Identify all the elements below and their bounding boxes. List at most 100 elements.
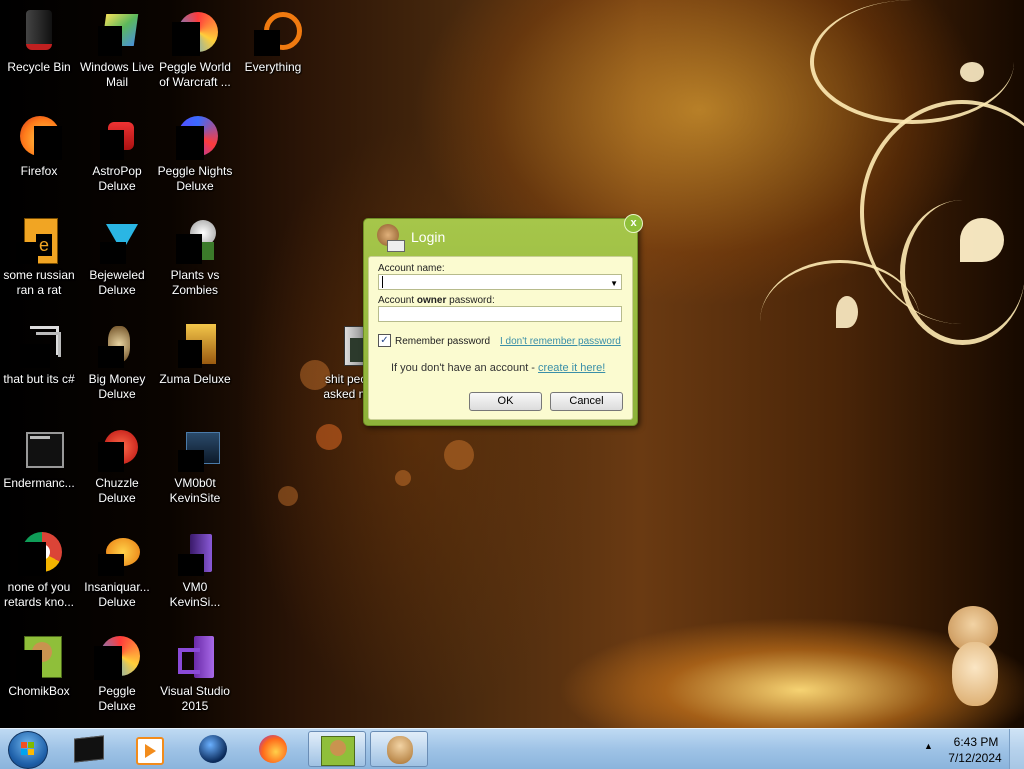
peggle-icon — [94, 634, 140, 680]
visual-studio-icon — [172, 634, 218, 680]
dialog-title: Login — [411, 229, 446, 245]
visual-studio-icon — [172, 530, 218, 576]
desktop-icon-big-money[interactable]: Big Money Deluxe — [78, 316, 156, 412]
file-icon: e — [16, 218, 62, 264]
wallpaper-swirl — [810, 0, 1014, 124]
desktop-icon-endermanc[interactable]: Endermanc... — [0, 420, 78, 516]
windows-logo-icon — [21, 742, 35, 756]
desktop-icon-zuma[interactable]: Zuma Deluxe — [156, 316, 234, 412]
desktop-icon-chomikbox[interactable]: ChomikBox — [0, 628, 78, 724]
game-icon — [94, 114, 140, 160]
taskbar-item-media-player[interactable] — [120, 731, 178, 767]
desktop-icon-windows-live-mail[interactable]: Windows Live Mail — [78, 4, 156, 100]
desktop-icon-label: some russian ran a rat — [3, 268, 75, 297]
desktop-icon-peggle-deluxe[interactable]: Peggle Deluxe — [78, 628, 156, 724]
taskbar-item-terminal[interactable] — [60, 731, 118, 767]
account-name-label: Account name: — [378, 263, 445, 274]
recycle-bin-icon — [16, 10, 62, 56]
mail-icon — [94, 10, 140, 56]
account-name-dropdown[interactable]: ▼ — [378, 274, 622, 290]
password-field[interactable] — [378, 306, 622, 322]
desktop-icon-label: Windows Live Mail — [79, 60, 155, 89]
desktop: Recycle Bin Firefox e some russian ran a… — [0, 0, 1024, 728]
desktop-icon-insaniquarium[interactable]: Insaniquar... Deluxe — [78, 524, 156, 620]
desktop-icon-russian-rat[interactable]: e some russian ran a rat — [0, 212, 78, 308]
desktop-icon-that-but-c[interactable]: that but its c# — [0, 316, 78, 412]
desktop-icon-label: Zuma Deluxe — [159, 372, 231, 386]
desktop-icon-everything[interactable]: Everything — [234, 4, 312, 100]
password-label: Account owner password: — [378, 295, 495, 306]
desktop-icon-none-of-you[interactable]: none of you retards kno... — [0, 524, 78, 620]
remember-checkbox[interactable]: ✓ — [378, 334, 391, 347]
peggle-icon — [172, 114, 218, 160]
desktop-icon-label: Insaniquar... Deluxe — [84, 580, 150, 609]
plant-icon — [172, 218, 218, 264]
desktop-icon-label: Plants vs Zombies — [170, 268, 220, 297]
fish-icon — [94, 530, 140, 576]
desktop-icon-label: Peggle Nights Deluxe — [157, 164, 233, 193]
taskbar-item-firefox[interactable] — [244, 731, 302, 767]
forgot-password-link[interactable]: I don't remember password — [500, 336, 621, 347]
desktop-icon-label: Big Money Deluxe — [88, 372, 146, 401]
wallpaper-bokeh — [316, 424, 342, 450]
game-icon — [172, 322, 218, 368]
desktop-icon-label: Bejeweled Deluxe — [89, 268, 145, 297]
desktop-icon-label: ChomikBox — [8, 684, 70, 698]
desktop-icon-vm0-kevinsite[interactable]: VM0 KevinSi... — [156, 524, 234, 620]
taskbar-item-chomikbox[interactable] — [308, 731, 366, 767]
desktop-icon-peggle-wow[interactable]: Peggle World of Warcraft ... — [156, 4, 234, 100]
desktop-icon-label: none of you retards kno... — [3, 580, 75, 609]
create-account-link[interactable]: create it here! — [538, 362, 605, 374]
media-player-icon — [136, 737, 164, 765]
desktop-icon-peggle-nights[interactable]: Peggle Nights Deluxe — [156, 108, 234, 204]
desktop-icon-astropop[interactable]: AstroPop Deluxe — [78, 108, 156, 204]
taskbar-item-globe[interactable] — [184, 731, 242, 767]
desktop-icon-recycle-bin[interactable]: Recycle Bin — [0, 4, 78, 100]
terminal-icon — [74, 735, 104, 763]
wallpaper-leaf — [836, 296, 858, 328]
desktop-icon-label: VM0 KevinSi... — [169, 580, 221, 609]
taskbar: ▲ 6:43 PM 7/12/2024 — [0, 728, 1024, 769]
desktop-icon-label: AstroPop Deluxe — [92, 164, 142, 193]
hamster-gadget[interactable] — [944, 606, 1004, 710]
wallpaper-leaf — [960, 62, 984, 82]
desktop-icon-firefox[interactable]: Firefox — [0, 108, 78, 204]
remember-label: Remember password — [395, 336, 491, 347]
desktop-icon-chuzzle[interactable]: Chuzzle Deluxe — [78, 420, 156, 516]
game-icon — [94, 322, 140, 368]
desktop-icon-plants-vs-zombies[interactable]: Plants vs Zombies — [156, 212, 234, 308]
chevron-down-icon[interactable]: ▼ — [610, 279, 618, 288]
tray-overflow-button[interactable]: ▲ — [924, 741, 933, 751]
desktop-icon-label: Peggle Deluxe — [98, 684, 136, 713]
login-dialog: Login x Account name: ▼ Account owner pa… — [363, 214, 643, 426]
cancel-button[interactable]: Cancel — [550, 392, 623, 411]
desktop-icon-label: Recycle Bin — [7, 60, 71, 74]
desktop-icon-visual-studio[interactable]: Visual Studio 2015 — [156, 628, 234, 724]
show-desktop-button[interactable] — [1009, 729, 1024, 769]
ok-button[interactable]: OK — [469, 392, 542, 411]
window-icon — [16, 426, 64, 472]
wallpaper-leaf — [960, 218, 1004, 262]
clock-time[interactable]: 6:43 PM — [946, 735, 1006, 749]
dialog-body: Account name: ▼ Account owner password: … — [368, 256, 633, 420]
text-cursor — [382, 276, 383, 288]
wallpaper-bokeh — [444, 440, 474, 470]
desktop-icon-label: that but its c# — [3, 372, 75, 386]
wallpaper-bokeh — [278, 486, 298, 506]
desktop-icon-label: VM0b0t KevinSite — [169, 476, 221, 505]
taskbar-item-hamster[interactable] — [370, 731, 428, 767]
desktop-icon-bejeweled[interactable]: Bejeweled Deluxe — [78, 212, 156, 308]
hamster-icon — [375, 224, 405, 252]
game-icon — [94, 426, 140, 472]
hamster-icon — [387, 736, 413, 764]
close-button[interactable]: x — [624, 214, 643, 233]
globe-icon — [199, 735, 227, 763]
hamster-icon — [16, 634, 62, 680]
clock-date[interactable]: 7/12/2024 — [940, 751, 1010, 765]
firefox-icon — [259, 735, 287, 763]
desktop-icon-vm0b0t[interactable]: VM0b0t KevinSite — [156, 420, 234, 516]
start-button[interactable] — [8, 731, 48, 769]
shortcut-icon — [16, 322, 62, 368]
chomikbox-icon — [321, 736, 355, 766]
firefox-icon — [16, 114, 62, 160]
